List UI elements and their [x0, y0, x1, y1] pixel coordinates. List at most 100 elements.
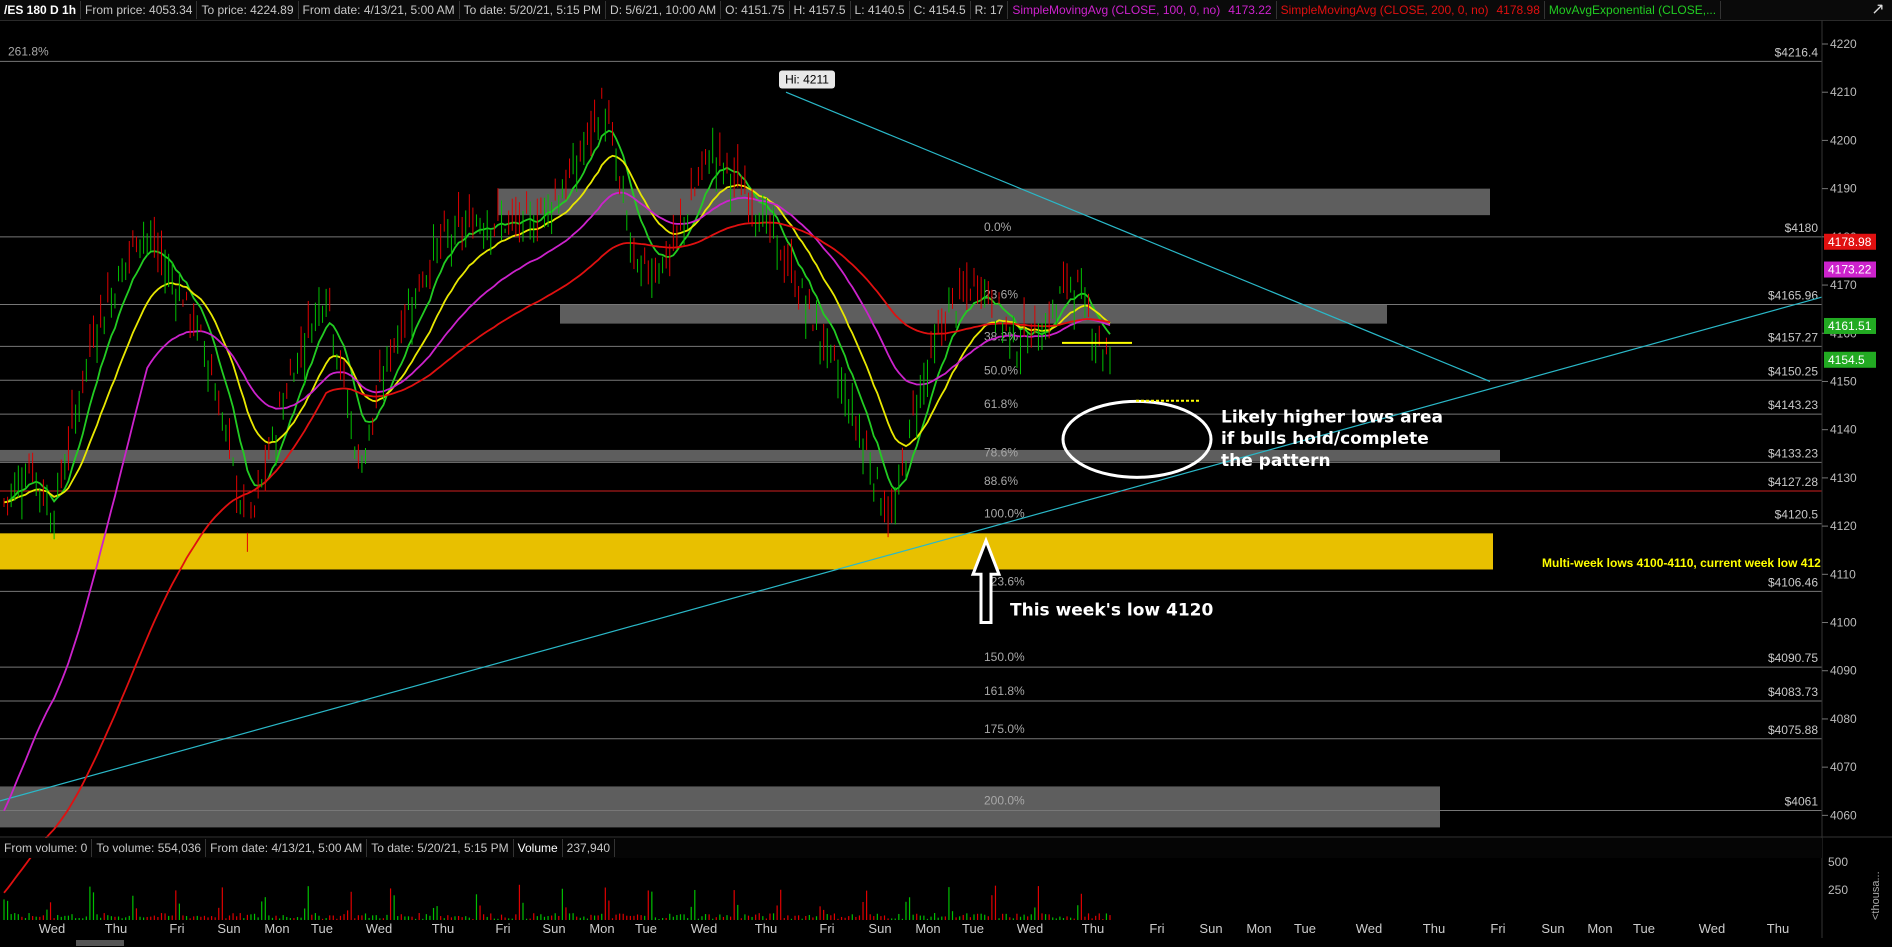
volume-value: 237,940: [563, 839, 616, 857]
fib-label: 88.6%: [984, 474, 1018, 488]
day-label: Thu: [432, 921, 454, 936]
volume-header: From volume: 0 To volume: 554,036 From d…: [0, 838, 1822, 858]
price-tick-label: 4120: [1830, 519, 1857, 533]
price-tick-label: 4060: [1830, 808, 1857, 822]
day-label: Sun: [868, 921, 891, 936]
volume-tick-label: 500: [1828, 855, 1848, 869]
volume-from-date: From date: 4/13/21, 5:00 AM: [206, 839, 368, 857]
price-tick-label: 4090: [1830, 664, 1857, 678]
symbol-label[interactable]: /ES 180 D 1h: [0, 1, 82, 19]
fib-label: 150.0%: [984, 650, 1025, 664]
day-label: Tue: [635, 921, 657, 936]
sma100-label[interactable]: SimpleMovingAvg (CLOSE, 100, 0, no): [1008, 1, 1224, 19]
level-label: $4133.23: [1768, 446, 1818, 460]
day-label: Thu: [755, 921, 777, 936]
moving-averages-layer: [3, 129, 1111, 894]
lower-zone: [0, 786, 1440, 828]
volume-to-date: To date: 5/20/21, 5:15 PM: [367, 839, 514, 857]
price-badge-label: 4173.22: [1828, 263, 1872, 277]
day-label: Fri: [1149, 921, 1164, 936]
fib-label: 23.6%: [984, 288, 1018, 302]
scroll-thumb: [76, 940, 124, 946]
sma200-label[interactable]: SimpleMovingAvg (CLOSE, 200, 0, no): [1277, 1, 1493, 19]
multi-week-text: Multi-week lows 4100-4110, current week …: [1542, 556, 1821, 570]
day-label: Wed: [691, 921, 718, 936]
resistance-zone: [498, 188, 1490, 216]
week-low-text: This week's low 4120: [1010, 600, 1213, 620]
expand-icon[interactable]: ↗: [1868, 0, 1888, 20]
sma100-value: 4173.22: [1224, 1, 1277, 19]
price-tick-label: 4100: [1830, 616, 1857, 630]
day-label: Fri: [169, 921, 184, 936]
level-label: $4106.46: [1768, 575, 1818, 589]
to-date: To date: 5/20/21, 5:15 PM: [460, 1, 607, 19]
low-value: L: 4140.5: [851, 1, 910, 19]
volume-tick-label: 250: [1828, 883, 1848, 897]
day-label: Sun: [1541, 921, 1564, 936]
price-tick-label: 4080: [1830, 712, 1857, 726]
day-label: Mon: [589, 921, 614, 936]
close-value: C: 4154.5: [910, 1, 971, 19]
level-label: $4090.75: [1768, 651, 1818, 665]
high-value: H: 4157.5: [790, 1, 851, 19]
day-label: Tue: [311, 921, 333, 936]
day-label: Wed: [39, 921, 66, 936]
fib-label: 261.8%: [8, 44, 49, 58]
hi-label-text: Hi: 4211: [785, 73, 829, 87]
price-badge-label: 4154.5: [1828, 353, 1865, 367]
range-value: R: 17: [971, 1, 1009, 19]
volume-bars: 500 250: [3, 855, 1848, 920]
volume-unit: <thousa...: [1870, 871, 1882, 920]
day-label: Wed: [1017, 921, 1044, 936]
day-label: Wed: [1356, 921, 1383, 936]
fib-label: 61.8%: [984, 397, 1018, 411]
day-label: Tue: [962, 921, 984, 936]
day-label: Tue: [1294, 921, 1316, 936]
volume-label[interactable]: Volume: [514, 839, 563, 857]
day-label: Sun: [1199, 921, 1222, 936]
price-tick-label: 4070: [1830, 760, 1857, 774]
from-price: From price: 4053.34: [81, 1, 198, 19]
level-label: $4150.25: [1768, 364, 1818, 378]
day-label: Thu: [1767, 921, 1789, 936]
price-badge-label: 4178.98: [1828, 235, 1872, 249]
level-label: $4083.73: [1768, 685, 1818, 699]
fib-label: 200.0%: [984, 794, 1025, 808]
day-label: Sun: [217, 921, 240, 936]
level-label: $4216.4: [1775, 45, 1819, 59]
chart-header: /ES 180 D 1h From price: 4053.34 To pric…: [0, 0, 1892, 21]
price-badge-label: 4161.51: [1828, 319, 1872, 333]
day-label: Mon: [1246, 921, 1271, 936]
sma200-value: 4178.98: [1493, 1, 1545, 19]
price-chart[interactable]: $4216.4$4180$4165.96$4157.27$4150.25$414…: [0, 20, 1892, 947]
from-volume: From volume: 0: [0, 839, 93, 857]
level-label: $4127.28: [1768, 475, 1818, 489]
price-tick-label: 4150: [1830, 374, 1857, 388]
day-label: Thu: [105, 921, 127, 936]
price-tick-label: 4210: [1830, 85, 1857, 99]
level-label: $4120.5: [1775, 508, 1819, 522]
level-label: $4143.23: [1768, 398, 1818, 412]
day-label: Thu: [1082, 921, 1104, 936]
day-label: Fri: [819, 921, 834, 936]
higher-lows-text: Likely higher lows area: [1221, 407, 1443, 427]
day-label: Mon: [915, 921, 940, 936]
mid-zone: [560, 304, 1387, 324]
ema-label[interactable]: MovAvgExponential (CLOSE,...: [1545, 1, 1722, 19]
day-label: Thu: [1423, 921, 1445, 936]
price-tick-label: 4200: [1830, 133, 1857, 147]
day-label: Fri: [495, 921, 510, 936]
price-tick-label: 4190: [1830, 182, 1857, 196]
bar-date: D: 5/6/21, 10:00 AM: [606, 1, 722, 19]
to-volume: To volume: 554,036: [92, 839, 207, 857]
day-label: Tue: [1633, 921, 1655, 936]
fib-label: 78.6%: [984, 445, 1018, 459]
fib-label: 0.0%: [984, 220, 1012, 234]
open-value: O: 4151.75: [721, 1, 790, 19]
day-label: Fri: [1490, 921, 1505, 936]
price-tick-label: 4110: [1830, 567, 1856, 581]
level-label: $4157.27: [1768, 330, 1818, 344]
level-label: $4061: [1785, 795, 1819, 809]
level-label: $4180: [1785, 221, 1819, 235]
multi-week-lows-zone: [0, 533, 1493, 570]
